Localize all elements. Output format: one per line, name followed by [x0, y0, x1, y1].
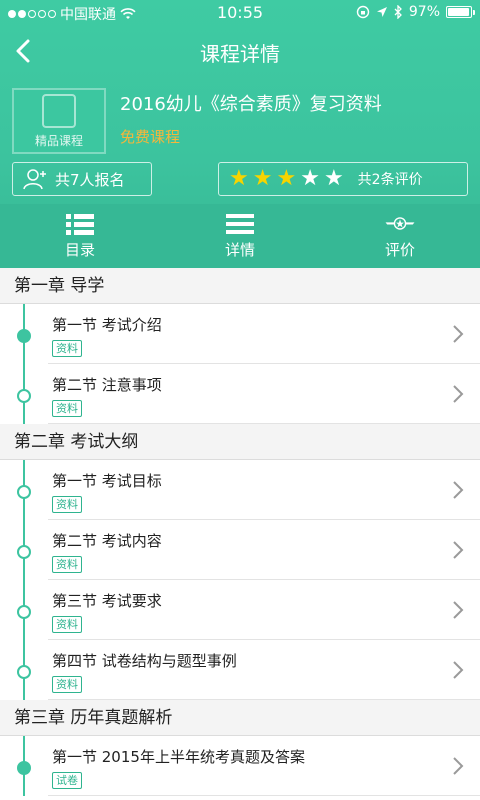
tab-reviews[interactable]: 评价	[320, 204, 480, 268]
section-title: 第三节 考试要求	[52, 592, 162, 610]
star-icon: ★	[252, 166, 273, 191]
section-row[interactable]: 第三节 考试要求 资料	[0, 580, 480, 640]
catalog-list: 第一章 导学 第一节 考试介绍 资料 第二节 注意事项 资料 第二章 考试大纲 第一节 考试…	[0, 268, 480, 800]
section-type-tag: 试卷	[52, 772, 82, 789]
section-type-tag: 资料	[52, 340, 82, 357]
timeline-node	[17, 545, 31, 559]
section-row[interactable]: 第二节 注意事项 资料	[0, 364, 480, 424]
course-info: 精品课程 2016幼儿《综合素质》复习资料 免费课程	[12, 88, 468, 154]
chevron-right-icon	[453, 325, 464, 343]
tab-details[interactable]: 详情	[160, 204, 320, 268]
row-divider	[48, 423, 480, 424]
enroll-count-button[interactable]: 共7人报名	[12, 162, 152, 196]
page-title: 课程详情	[200, 42, 280, 66]
star-icon: ★	[323, 166, 344, 191]
section-type-tag: 资料	[52, 676, 82, 693]
enroll-count-label: 共7人报名	[55, 170, 125, 189]
star-icon: ★	[300, 166, 320, 191]
section-row[interactable]: 第二节 考试内容 资料	[0, 520, 480, 580]
row-divider	[48, 795, 480, 796]
battery-level	[448, 8, 470, 16]
section-row[interactable]: 第一节 考试目标 资料	[0, 460, 480, 520]
battery-icon	[446, 6, 475, 18]
menu-lines-icon	[225, 213, 255, 235]
status-bar: 中国联通 10:55 97%	[0, 0, 480, 26]
price-label: 免费课程	[120, 128, 181, 146]
list-icon	[65, 213, 95, 235]
section-type-tag: 资料	[52, 556, 82, 573]
section-row[interactable]: 第四节 试卷结构与题型事例 资料	[0, 640, 480, 700]
tab-details-label: 详情	[224, 240, 255, 259]
timeline-node	[17, 761, 31, 775]
section-type-tag: 资料	[52, 400, 82, 417]
chevron-right-icon	[453, 385, 464, 403]
chapter-header[interactable]: 第一章 导学	[0, 268, 480, 304]
section-title: 第一节 2015年上半年统考真题及答案	[52, 748, 305, 766]
rating-stars: ★ ★ ★ ★ ★	[229, 168, 344, 190]
tab-reviews-label: 评价	[384, 240, 415, 259]
rating-summary[interactable]: ★ ★ ★ ★ ★ 共2条评价	[218, 162, 468, 196]
chevron-right-icon	[453, 541, 464, 559]
course-name: 2016幼儿《综合素质》复习资料	[120, 94, 382, 115]
tab-catalog-label: 目录	[64, 240, 95, 259]
thumbnail-caption: 精品课程	[34, 133, 83, 148]
timeline-node	[17, 605, 31, 619]
review-count-label: 共2条评价	[357, 172, 423, 188]
star-icon: ★	[276, 166, 297, 191]
section-title: 第四节 试卷结构与题型事例	[52, 652, 237, 670]
section-title: 第一节 考试目标	[52, 472, 162, 490]
star-icon: ★	[229, 166, 249, 191]
navigation-bar: 课程详情	[0, 26, 480, 76]
course-logo-icon	[42, 93, 76, 128]
battery-percent: 97%	[408, 4, 440, 20]
section-title: 第二节 注意事项	[52, 376, 162, 394]
chevron-right-icon	[453, 757, 464, 775]
timeline-node	[17, 485, 31, 499]
tab-bar: 目录 详情 评价	[0, 204, 480, 268]
timeline-node	[17, 329, 31, 343]
chapter-header[interactable]: 第二章 考试大纲	[0, 424, 480, 460]
add-user-icon	[23, 169, 46, 190]
row-divider	[48, 699, 480, 700]
chevron-right-icon	[453, 601, 464, 619]
orientation-lock-icon	[356, 5, 370, 19]
chapter-header[interactable]: 第三章 历年真题解析	[0, 700, 480, 736]
section-type-tag: 资料	[52, 496, 82, 513]
chevron-right-icon	[453, 481, 464, 499]
location-icon	[376, 7, 387, 17]
star-wings-icon	[385, 213, 415, 235]
status-right: 97%	[356, 4, 475, 20]
tab-catalog[interactable]: 目录	[0, 204, 160, 268]
section-type-tag: 资料	[52, 616, 82, 633]
section-title: 第二节 考试内容	[52, 532, 162, 550]
section-row[interactable]: 第一节 2015年上半年统考真题及答案 试卷	[0, 736, 480, 796]
section-row[interactable]: 第一节 考试介绍 资料	[0, 304, 480, 364]
timeline-node	[17, 665, 31, 679]
course-thumbnail: 精品课程	[12, 88, 106, 154]
timeline-node	[17, 389, 31, 403]
section-title: 第一节 考试介绍	[52, 316, 162, 334]
chevron-right-icon	[453, 661, 464, 679]
bluetooth-icon	[394, 5, 402, 19]
